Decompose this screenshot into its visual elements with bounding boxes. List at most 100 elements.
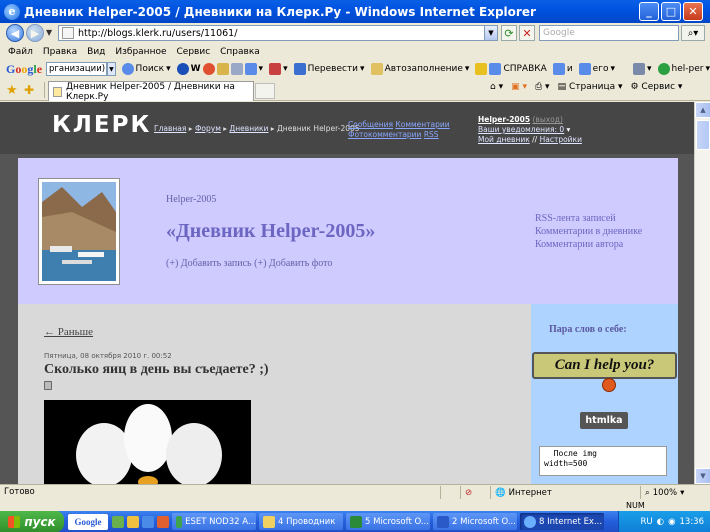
stop-button[interactable]: ✕ bbox=[519, 25, 535, 41]
tools-menu-button[interactable]: ⚙ Сервис ▾ bbox=[630, 82, 682, 92]
post-title[interactable]: Сколько яиц в день вы съедаете? ;) bbox=[44, 362, 269, 378]
avatar[interactable] bbox=[38, 178, 120, 285]
page-menu-button[interactable]: ▤ Страница ▾ bbox=[558, 82, 623, 92]
url-field[interactable]: http://blogs.klerk.ru/users/11061/ ▼ bbox=[58, 25, 498, 41]
block-icon bbox=[202, 63, 215, 75]
quicklaunch-icon[interactable] bbox=[127, 515, 139, 528]
taskbar: пуск Google ESET NOD32 A... 4 Проводник … bbox=[0, 511, 710, 532]
maximize-button[interactable]: □ bbox=[661, 2, 681, 21]
settings-link[interactable]: Настройки bbox=[540, 135, 582, 144]
zoom-control[interactable]: ⌕ 100% ▾ bbox=[640, 486, 710, 499]
add-post-link[interactable]: (+) Добавить запись bbox=[166, 258, 252, 269]
quicklaunch-icon[interactable] bbox=[142, 515, 154, 528]
forward-button[interactable]: ▶ bbox=[26, 24, 44, 42]
author-comments-link[interactable]: Комментарии автора bbox=[535, 238, 642, 251]
logout-link[interactable]: (выход) bbox=[532, 115, 562, 124]
diary-comments-link[interactable]: Комментарии в дневнике bbox=[535, 225, 642, 238]
word-icon bbox=[437, 515, 449, 528]
autofill-button[interactable]: Автозаполнение ▾ bbox=[370, 63, 469, 75]
menu-help[interactable]: Справка bbox=[220, 47, 260, 57]
scroll-down-icon[interactable]: ▼ bbox=[695, 468, 710, 484]
google-search-button[interactable]: Поиск ▾ bbox=[121, 63, 171, 75]
status-bar: Готово ⊘ 🌐 Интернет ⌕ 100% ▾ NUM bbox=[0, 484, 710, 511]
home-icon[interactable]: ⌂ ▾ bbox=[490, 82, 503, 92]
taskbar-item[interactable]: 4 Проводник bbox=[259, 513, 343, 530]
menu-file[interactable]: Файл bbox=[8, 47, 33, 57]
blog-title[interactable]: «Дневник Helper-2005» bbox=[166, 220, 375, 243]
klerk-logo[interactable]: КЛЕРК bbox=[52, 112, 151, 138]
url-dropdown-icon[interactable]: ▼ bbox=[484, 26, 497, 40]
popup-blocker-icon[interactable]: ⊘ bbox=[460, 486, 472, 499]
site-header: КЛЕРК Главная ▸ Форум ▸ Дневники ▸ Дневн… bbox=[0, 102, 694, 154]
back-button[interactable]: ◀ bbox=[6, 24, 24, 42]
notifications-link[interactable]: Ваши уведомления: 0 bbox=[478, 125, 564, 134]
my-diary-link[interactable]: Мой дневник bbox=[478, 135, 530, 144]
user-name-link[interactable]: Helper-2005 bbox=[478, 115, 530, 124]
settings-icon[interactable]: ▾ bbox=[269, 63, 288, 75]
google-account-button[interactable]: hel-per ▾ bbox=[657, 63, 710, 75]
taskbar-item[interactable]: ESET NOD32 A... bbox=[172, 513, 256, 530]
and-button[interactable]: и bbox=[552, 63, 573, 75]
feeds-icon[interactable]: ▣ ▾ bbox=[511, 82, 527, 92]
nav-comments[interactable]: Комментарии bbox=[395, 120, 449, 129]
add-photo-link[interactable]: (+) Добавить фото bbox=[254, 258, 332, 269]
quicklaunch-icon[interactable] bbox=[157, 515, 169, 528]
vertical-scrollbar[interactable]: ▲ ▼ bbox=[694, 102, 710, 484]
refresh-button[interactable]: ⟳ bbox=[501, 25, 517, 41]
taskbar-item[interactable]: 5 Microsoft O... bbox=[346, 513, 430, 530]
google-logo: Google bbox=[6, 61, 43, 76]
scroll-thumb[interactable] bbox=[696, 120, 710, 150]
toolbar-icon-group[interactable]: W ▾ bbox=[176, 63, 263, 75]
add-favorite-icon[interactable]: ✚ bbox=[24, 83, 34, 97]
ero-button[interactable]: его ▾ bbox=[578, 63, 615, 75]
language-indicator[interactable]: RU bbox=[641, 517, 653, 527]
taskbar-item-active[interactable]: 8 Internet Ex... bbox=[520, 513, 604, 530]
scroll-up-icon[interactable]: ▲ bbox=[695, 102, 710, 118]
blog-actions: (+) Добавить запись (+) Добавить фото bbox=[166, 258, 332, 269]
favorites-star-icon[interactable]: ★ bbox=[6, 83, 18, 98]
tab-active[interactable]: Дневник Helper-2005 / Дневники на Клерк.… bbox=[48, 81, 254, 102]
close-button[interactable]: ✕ bbox=[683, 2, 703, 21]
taskbar-item[interactable]: 2 Microsoft O... bbox=[433, 513, 517, 530]
search-icon[interactable]: ⌕▾ bbox=[681, 25, 705, 41]
start-button[interactable]: пуск bbox=[0, 511, 64, 532]
translate-button[interactable]: Перевести ▾ bbox=[293, 63, 365, 75]
menu-view[interactable]: Вид bbox=[87, 47, 105, 57]
help-sign: Can I help you? bbox=[532, 352, 677, 379]
google-search-input[interactable]: рганизации) бланк bbox=[46, 62, 108, 76]
htmlka-button[interactable]: htmlka bbox=[580, 412, 628, 429]
quicklaunch-icon[interactable] bbox=[112, 515, 124, 528]
nav-messages[interactable]: Сообщения bbox=[348, 120, 393, 129]
new-tab-button[interactable] bbox=[255, 83, 275, 99]
bookmark-icon bbox=[230, 63, 243, 75]
menu-favorites[interactable]: Избранное bbox=[115, 47, 166, 57]
print-icon[interactable]: ⎙ ▾ bbox=[535, 82, 550, 92]
window-titlebar[interactable]: e Дневник Helper-2005 / Дневники на Клер… bbox=[0, 0, 710, 23]
search-input[interactable]: Google bbox=[539, 25, 679, 41]
nav-photo-comments[interactable]: Фотокомментарии bbox=[348, 130, 421, 139]
security-zone[interactable]: 🌐 Интернет bbox=[490, 486, 640, 499]
ie-icon bbox=[524, 515, 536, 528]
wrench-icon[interactable]: ▾ bbox=[632, 63, 652, 75]
tray-icon[interactable]: ◉ bbox=[668, 517, 675, 527]
google-deskbar[interactable]: Google bbox=[68, 513, 108, 530]
prev-link[interactable]: ← Раньше bbox=[44, 326, 93, 338]
share-icon bbox=[244, 63, 257, 75]
breadcrumb-home[interactable]: Главная bbox=[154, 124, 186, 133]
web-content: КЛЕРК Главная ▸ Форум ▸ Дневники ▸ Дневн… bbox=[0, 102, 694, 484]
menu-edit[interactable]: Правка bbox=[43, 47, 77, 57]
history-dropdown-icon[interactable]: ▼ bbox=[46, 28, 52, 37]
user-status-icon bbox=[657, 63, 670, 75]
google-search-dropdown-icon[interactable]: ▼ bbox=[107, 62, 116, 76]
breadcrumb-diaries[interactable]: Дневники bbox=[229, 124, 268, 133]
code-textarea[interactable]: После img width=500 bbox=[539, 446, 667, 476]
post-date: Пятница, 08 октября 2010 г. 00:52 bbox=[44, 352, 172, 360]
nav-rss[interactable]: RSS bbox=[424, 130, 439, 139]
ref-button[interactable]: СПРАВКА bbox=[475, 63, 547, 75]
menu-tools[interactable]: Сервис bbox=[177, 47, 211, 57]
autofill-icon bbox=[370, 63, 383, 75]
rss-link[interactable]: RSS-лента записей bbox=[535, 212, 642, 225]
tray-icon[interactable]: ◐ bbox=[657, 517, 664, 527]
minimize-button[interactable]: _ bbox=[639, 2, 659, 21]
breadcrumb-forum[interactable]: Форум bbox=[195, 124, 221, 133]
